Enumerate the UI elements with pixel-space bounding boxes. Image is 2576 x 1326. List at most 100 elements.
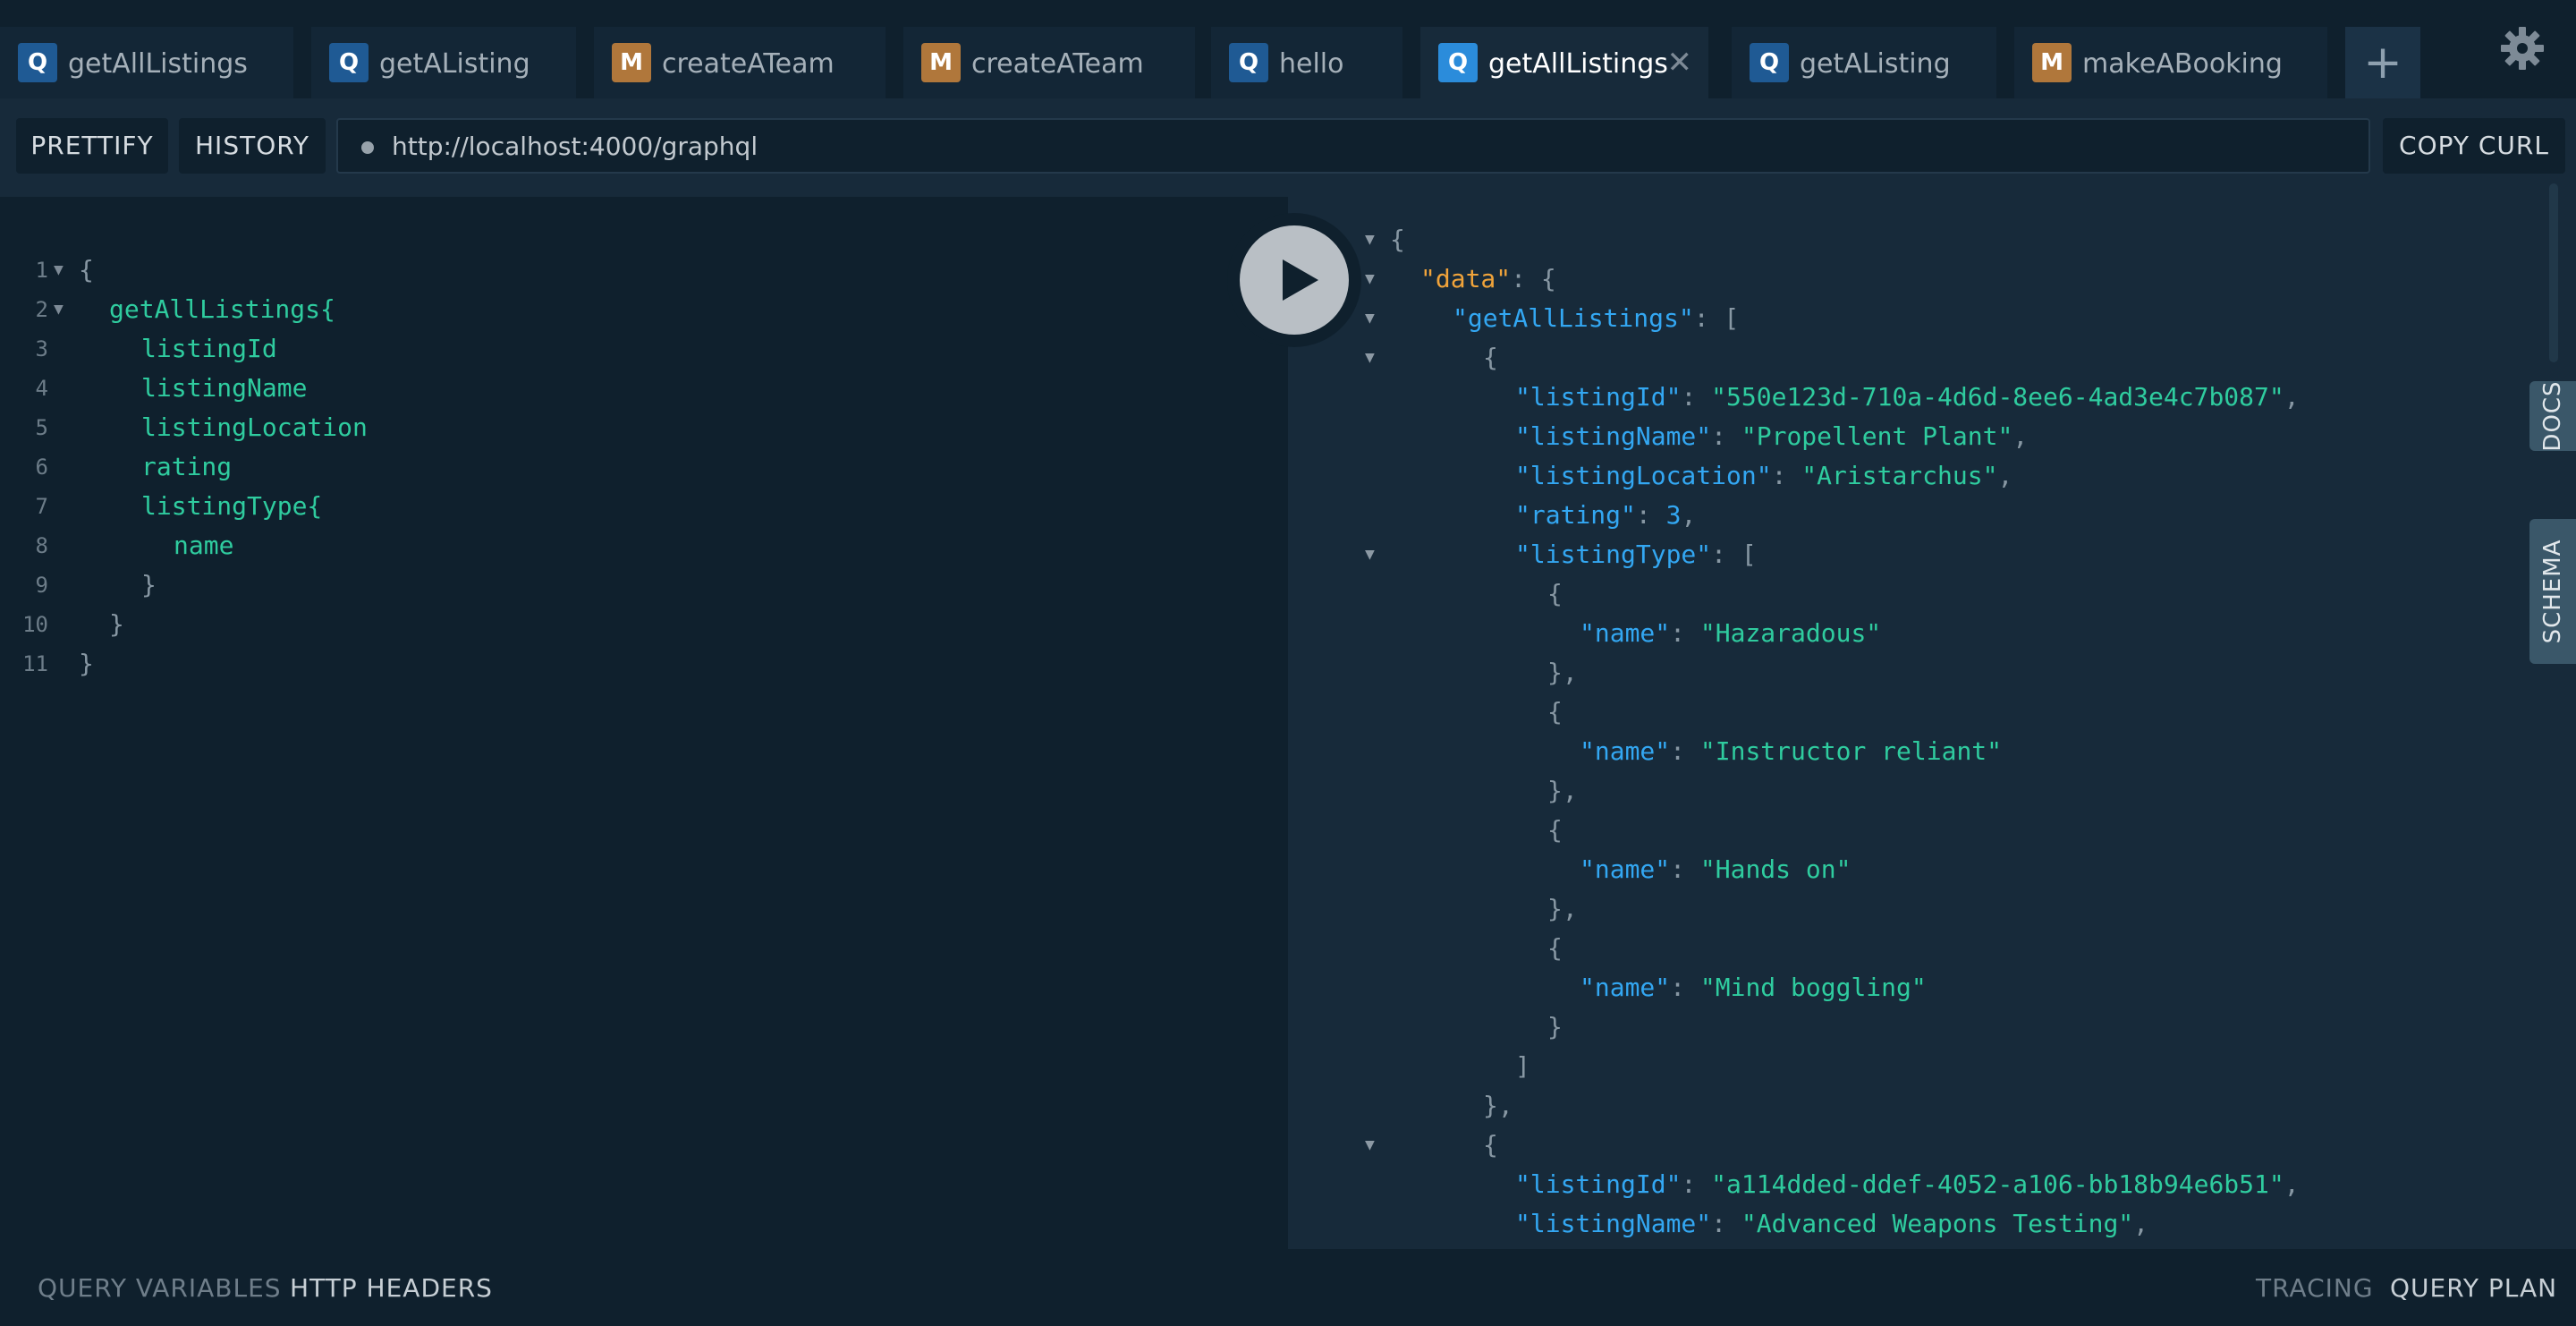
- tracing-tab[interactable]: TRACING: [2256, 1271, 2374, 1306]
- json-punctuation: : [: [1711, 540, 1757, 569]
- json-punctuation: }: [1547, 1012, 1563, 1041]
- json-string: "Aristarchus": [1801, 461, 1998, 490]
- triangle-down-icon[interactable]: ▼: [1365, 220, 1375, 259]
- endpoint-url-input[interactable]: http://localhost:4000/graphql: [336, 118, 2370, 174]
- tab-label: getAllListings: [68, 48, 248, 80]
- json-punctuation: ,: [2284, 1169, 2300, 1199]
- json-punctuation: {: [1483, 343, 1498, 372]
- result-line: {: [1288, 929, 2540, 968]
- tab-getalllistings-active[interactable]: QgetAllListings ✕: [1420, 27, 1708, 98]
- json-text: },: [1483, 1086, 1513, 1126]
- tab-bar: QgetAllListings QgetAListing McreateATeam M…: [0, 0, 2576, 98]
- result-line: "name": "Mind boggling": [1288, 968, 2540, 1007]
- result-line: ▼{: [1288, 220, 2540, 259]
- triangle-down-icon[interactable]: ▼: [54, 251, 64, 290]
- json-punctuation: {: [1547, 815, 1563, 845]
- line-number: 11: [22, 651, 48, 676]
- line-number: 5: [35, 415, 48, 440]
- editor-line: 10}: [0, 605, 1288, 644]
- json-text: "listingName": "Advanced Weapons Testing…: [1515, 1204, 2148, 1244]
- query-badge: Q: [1229, 43, 1268, 82]
- code-text: {: [79, 255, 94, 285]
- close-tab-icon[interactable]: ✕: [1667, 45, 1693, 81]
- tab-makeabooking[interactable]: MmakeABooking: [2014, 27, 2327, 98]
- history-button[interactable]: HISTORY: [179, 118, 326, 174]
- json-text: {: [1483, 1126, 1498, 1165]
- result-line: {: [1288, 574, 2540, 614]
- result-line: "name": "Hazaradous": [1288, 614, 2540, 653]
- tab-getalllistings[interactable]: QgetAllListings: [0, 27, 293, 98]
- triangle-down-icon[interactable]: ▼: [54, 290, 64, 329]
- http-headers-tab[interactable]: HTTP HEADERS: [290, 1271, 493, 1306]
- triangle-down-icon[interactable]: ▼: [1365, 299, 1375, 338]
- tab-getalisting[interactable]: QgetAListing: [311, 27, 576, 98]
- result-viewer[interactable]: ▼{▼ "data": {▼ "getAllListings": [▼{"listi…: [1288, 179, 2540, 1249]
- result-line: {: [1288, 811, 2540, 850]
- result-line: "name": "Instructor reliant": [1288, 732, 2540, 771]
- query-variables-tab[interactable]: QUERY VARIABLES: [38, 1271, 282, 1306]
- tab-createateam[interactable]: McreateATeam: [594, 27, 886, 98]
- json-punctuation: :: [1635, 500, 1666, 530]
- editor-line: 11}: [0, 644, 1288, 684]
- docs-tab[interactable]: DOCS: [2529, 380, 2576, 452]
- tab-getalisting[interactable]: QgetAListing: [1732, 27, 1996, 98]
- json-text: {: [1483, 338, 1498, 378]
- result-line: }: [1288, 1007, 2540, 1047]
- prettify-button[interactable]: PRETTIFY: [16, 118, 168, 174]
- code-text: listingType{: [141, 491, 323, 521]
- execute-query-button[interactable]: [1227, 213, 1361, 347]
- json-punctuation: },: [1547, 658, 1578, 687]
- editor-line: 6 rating: [0, 447, 1288, 487]
- editor-line: 4 listingName: [0, 369, 1288, 408]
- tab-createateam[interactable]: McreateATeam: [903, 27, 1195, 98]
- triangle-down-icon[interactable]: ▼: [1365, 338, 1375, 378]
- editor-line: 1 ▼ {: [0, 251, 1288, 290]
- json-key: "name": [1580, 736, 1671, 766]
- json-punctuation: {: [1547, 697, 1563, 727]
- json-text: {: [1547, 693, 1563, 732]
- json-text: "name": "Hands on": [1580, 850, 1851, 889]
- result-line: },: [1288, 1086, 2540, 1126]
- add-tab-button[interactable]: +: [2345, 27, 2420, 98]
- json-punctuation: ,: [1681, 500, 1697, 530]
- json-text: ]: [1515, 1047, 1530, 1086]
- result-line: ▼ "data": {: [1288, 259, 2540, 299]
- json-key: "listingLocation": [1515, 461, 1772, 490]
- triangle-down-icon[interactable]: ▼: [1365, 535, 1375, 574]
- json-string: "Advanced Weapons Testing": [1741, 1209, 2134, 1238]
- json-string: "Instructor reliant": [1699, 736, 2003, 766]
- editor-line: 8 name: [0, 526, 1288, 565]
- copy-curl-button[interactable]: COPY CURL: [2383, 118, 2565, 174]
- tab-hello[interactable]: Qhello: [1211, 27, 1402, 98]
- code-text: name: [174, 531, 234, 560]
- json-punctuation: {: [1547, 933, 1563, 963]
- result-line: "listingName": "Propellent Plant",: [1288, 417, 2540, 456]
- result-scrollbar[interactable]: [2549, 183, 2558, 362]
- schema-tab[interactable]: SCHEMA: [2529, 519, 2576, 664]
- mutation-badge: M: [921, 43, 961, 82]
- json-key: "listingName": [1515, 1209, 1712, 1238]
- json-text: "listingLocation": "Aristarchus",: [1515, 456, 2012, 496]
- code-text: listingName: [141, 373, 308, 403]
- gear-icon[interactable]: [2499, 25, 2546, 72]
- result-line: ]: [1288, 1047, 2540, 1086]
- triangle-down-icon[interactable]: ▼: [1365, 1126, 1375, 1165]
- query-editor[interactable]: 1 ▼ {2 ▼ getAllListings{3 listingId 4 listingNa…: [0, 197, 1288, 1249]
- json-punctuation: {: [1483, 1130, 1498, 1160]
- schema-tab-label: SCHEMA: [2539, 539, 2566, 644]
- json-key: "name": [1580, 618, 1671, 648]
- result-line: ▼ "getAllListings": [: [1288, 299, 2540, 338]
- json-key: "listingId": [1515, 382, 1682, 412]
- line-number: 6: [35, 455, 48, 480]
- json-key: "getAllListings": [1453, 303, 1694, 333]
- line-number: 4: [35, 376, 48, 401]
- tab-label: createATeam: [971, 48, 1144, 80]
- query-plan-tab[interactable]: QUERY PLAN: [2390, 1271, 2557, 1306]
- query-badge: Q: [18, 43, 57, 82]
- json-punctuation: :: [1670, 854, 1700, 884]
- json-punctuation: :: [1711, 1209, 1741, 1238]
- json-punctuation: ,: [2133, 1209, 2149, 1238]
- triangle-down-icon[interactable]: ▼: [1365, 259, 1375, 299]
- json-key: "name": [1580, 973, 1671, 1002]
- tab-label: hello: [1279, 48, 1344, 80]
